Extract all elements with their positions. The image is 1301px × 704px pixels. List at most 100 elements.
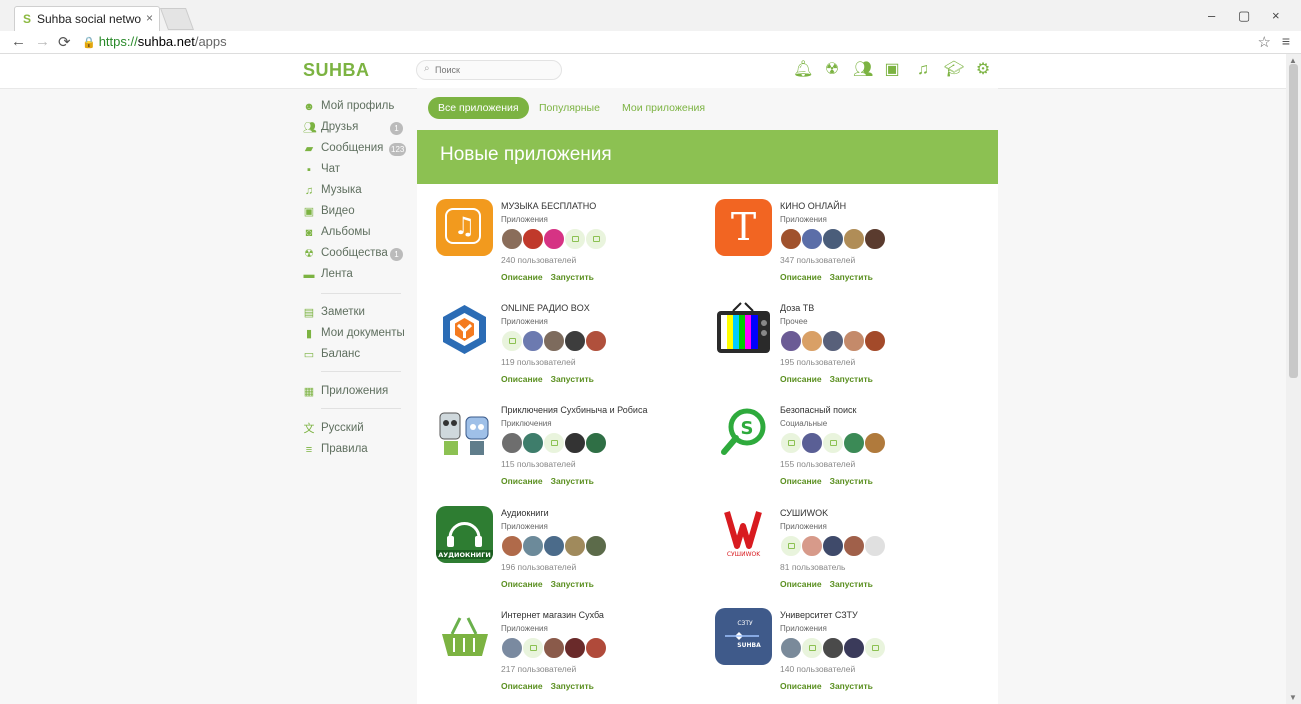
avatar[interactable] <box>585 330 607 352</box>
launch-link[interactable]: Запустить <box>830 579 873 589</box>
launch-link[interactable]: Запустить <box>830 476 873 486</box>
avatar-placeholder[interactable] <box>801 637 823 659</box>
music-icon[interactable]: ♫ <box>914 61 932 79</box>
window-close-button[interactable]: × <box>1272 8 1280 23</box>
describe-link[interactable]: Описание <box>780 579 822 589</box>
search-box[interactable]: ⌕ <box>416 60 562 80</box>
sidebar-item[interactable]: ▮ Мои документы <box>303 325 413 345</box>
restore-button[interactable]: ▢ <box>1238 8 1250 24</box>
app-name[interactable]: ONLINE РАДИО BOX <box>501 303 590 313</box>
avatar[interactable] <box>822 330 844 352</box>
avatar[interactable] <box>822 535 844 557</box>
avatar[interactable] <box>585 535 607 557</box>
avatar[interactable] <box>864 330 886 352</box>
sidebar-item[interactable]: ▣ Видео <box>303 203 413 223</box>
describe-link[interactable]: Описание <box>780 272 822 282</box>
sidebar-item[interactable]: ◙ Альбомы <box>303 224 413 244</box>
avatar[interactable] <box>843 432 865 454</box>
avatar-placeholder[interactable] <box>780 432 802 454</box>
tab-close-icon[interactable]: × <box>146 11 153 25</box>
sidebar-item[interactable]: ▬ Лента <box>303 266 413 286</box>
browser-tab[interactable]: S Suhba social network × <box>14 6 160 31</box>
describe-link[interactable]: Описание <box>780 476 822 486</box>
reload-icon[interactable]: ⟳ <box>58 33 71 51</box>
sidebar-item[interactable]: ☻ Мой профиль <box>303 98 413 118</box>
avatar[interactable] <box>501 535 523 557</box>
launch-link[interactable]: Запустить <box>551 374 594 384</box>
avatar[interactable] <box>864 432 886 454</box>
address-bar[interactable]: 🔒 https://suhba.net/apps <box>82 34 227 49</box>
avatar[interactable] <box>522 535 544 557</box>
sidebar-item[interactable]: ▰ Сообщения 123 <box>303 140 413 160</box>
avatar[interactable] <box>822 637 844 659</box>
avatar-placeholder[interactable] <box>501 330 523 352</box>
communities-icon[interactable]: ☢︎ <box>823 61 841 79</box>
back-icon[interactable]: ← <box>11 33 26 50</box>
new-tab-button[interactable] <box>159 8 195 30</box>
avatar-placeholder[interactable] <box>543 432 565 454</box>
app-name[interactable]: СУШИWOK <box>780 508 828 518</box>
launch-link[interactable]: Запустить <box>551 681 594 691</box>
describe-link[interactable]: Описание <box>780 374 822 384</box>
avatar[interactable] <box>564 637 586 659</box>
avatar-placeholder[interactable] <box>822 432 844 454</box>
avatar[interactable] <box>501 228 523 250</box>
avatar[interactable] <box>780 228 802 250</box>
sidebar-item[interactable]: ▦ Приложения <box>303 383 413 403</box>
sidebar-item[interactable]: ♫ Музыка <box>303 182 413 202</box>
app-name[interactable]: Интернет магазин Сухба <box>501 610 604 620</box>
launch-link[interactable]: Запустить <box>551 272 594 282</box>
app-name[interactable]: Приключения Сухбиныча и Робиса <box>501 405 647 415</box>
search-input[interactable] <box>435 63 555 77</box>
avatar[interactable] <box>843 535 865 557</box>
sushiwok-icon[interactable]: СУШИWOK <box>715 506 772 563</box>
music-note-icon[interactable]: ♫ <box>436 199 493 256</box>
app-name[interactable]: Доза ТВ <box>780 303 814 313</box>
basket-icon[interactable] <box>436 608 493 665</box>
avatar[interactable] <box>522 330 544 352</box>
avatar[interactable] <box>864 535 886 557</box>
avatar[interactable] <box>543 637 565 659</box>
settings-icon[interactable]: ⚙ <box>974 61 992 79</box>
avatar-placeholder[interactable] <box>522 637 544 659</box>
describe-link[interactable]: Описание <box>501 579 543 589</box>
headphones-icon[interactable]: АУДИОКНИГИ <box>436 506 493 563</box>
launch-link[interactable]: Запустить <box>830 272 873 282</box>
app-name[interactable]: Безопасный поиск <box>780 405 856 415</box>
describe-link[interactable]: Описание <box>780 681 822 691</box>
avatar[interactable] <box>801 228 823 250</box>
page-scrollbar[interactable]: ▲ ▼ <box>1286 54 1301 704</box>
education-icon[interactable]: 🎓︎ <box>944 61 964 79</box>
site-logo[interactable]: SUHBA <box>303 60 370 81</box>
sidebar-item[interactable]: 文 Русский <box>303 420 413 440</box>
avatar[interactable] <box>501 432 523 454</box>
tab-all-apps[interactable]: Все приложения <box>428 97 529 119</box>
launch-link[interactable]: Запустить <box>830 374 873 384</box>
avatar[interactable] <box>843 330 865 352</box>
avatar[interactable] <box>501 637 523 659</box>
university-icon[interactable]: СЗТУ SUHBA <box>715 608 772 665</box>
avatar-placeholder[interactable] <box>864 637 886 659</box>
avatar[interactable] <box>564 330 586 352</box>
kino-t-icon[interactable]: T <box>715 199 772 256</box>
avatar[interactable] <box>843 228 865 250</box>
avatar[interactable] <box>801 535 823 557</box>
robots-icon[interactable] <box>436 403 493 460</box>
avatar[interactable] <box>585 432 607 454</box>
tab-popular[interactable]: Популярные <box>539 97 600 119</box>
avatar[interactable] <box>543 330 565 352</box>
describe-link[interactable]: Описание <box>501 476 543 486</box>
avatar[interactable] <box>585 637 607 659</box>
describe-link[interactable]: Описание <box>501 374 543 384</box>
sidebar-item[interactable]: ☢︎ Сообщества 1 <box>303 245 413 265</box>
minimize-button[interactable]: – <box>1208 8 1215 23</box>
avatar[interactable] <box>822 228 844 250</box>
describe-link[interactable]: Описание <box>501 681 543 691</box>
avatar[interactable] <box>864 228 886 250</box>
scroll-down-icon[interactable]: ▼ <box>1289 693 1297 702</box>
sidebar-item[interactable]: ▪ Чат <box>303 161 413 181</box>
safe-search-icon[interactable]: S <box>715 403 772 460</box>
avatar[interactable] <box>543 228 565 250</box>
sidebar-item[interactable]: ▤ Заметки <box>303 304 413 324</box>
browser-menu-icon[interactable]: ≡ <box>1282 33 1290 49</box>
